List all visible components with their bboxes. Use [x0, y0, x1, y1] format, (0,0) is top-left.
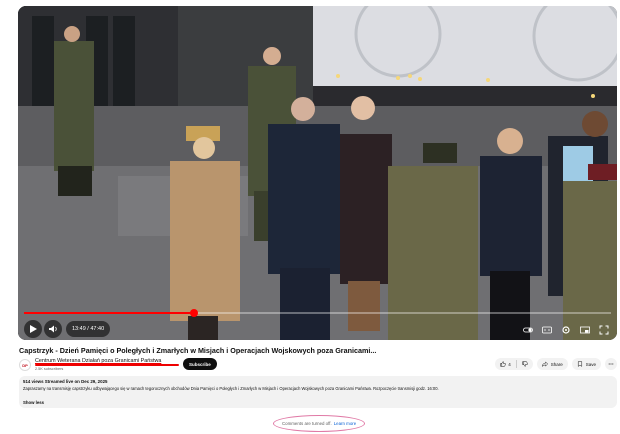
captions-icon[interactable] — [542, 322, 552, 334]
share-icon — [541, 361, 548, 367]
progress-fill — [24, 312, 195, 314]
video-frame — [18, 6, 617, 340]
thumbs-up-icon — [500, 361, 506, 367]
dislike-button[interactable] — [522, 361, 528, 367]
share-button[interactable]: Share — [536, 358, 568, 370]
comments-off-text: Comments are turned off. — [282, 421, 332, 426]
time-current: 13:49 — [72, 326, 86, 332]
player-controls: 13:49 / 47:40 — [18, 309, 617, 340]
description-text: Zapraszamy na transmisję capstrzyku odby… — [23, 386, 439, 391]
play-icon — [30, 325, 37, 333]
thumbs-down-icon — [522, 361, 528, 367]
fullscreen-icon[interactable] — [599, 322, 609, 335]
comments-disabled-notice: Comments are turned off. Learn more — [273, 415, 366, 432]
learn-more-link[interactable]: Learn more — [334, 421, 356, 426]
time-display: 13:49 / 47:40 — [66, 321, 111, 337]
view-count-date: 514 views Streamed live on Dec 29, 2025 — [23, 379, 108, 384]
video-title: Capstrzyk - Dzień Pamięci o Poległych i … — [19, 346, 377, 355]
show-less-button[interactable]: Show less — [23, 400, 613, 405]
more-horizontal-icon — [608, 363, 614, 365]
autoplay-toggle-icon[interactable] — [523, 322, 533, 333]
right-controls — [523, 322, 609, 335]
more-actions-button[interactable] — [605, 358, 617, 370]
time-total: 47:40 — [90, 326, 105, 332]
youtube-watch-page: 13:49 / 47:40 Capstrzyk - Dzień Pamięci … — [0, 0, 620, 434]
video-player[interactable]: 13:49 / 47:40 — [18, 6, 617, 340]
like-dislike-group: 4 — [495, 358, 533, 370]
progress-scrubber[interactable] — [190, 309, 199, 317]
avatar-text: DP — [22, 362, 28, 368]
settings-icon[interactable] — [561, 322, 571, 334]
progress-bar[interactable] — [24, 309, 611, 317]
channel-row: DP Centrum Weterana Działań poza Granica… — [19, 357, 617, 373]
like-count: 4 — [508, 361, 511, 367]
miniplayer-icon[interactable] — [580, 322, 590, 334]
save-button[interactable]: Save — [571, 358, 601, 370]
description-box[interactable]: 514 views Streamed live on Dec 29, 2025 … — [19, 376, 617, 408]
subscribe-button[interactable]: Subscribe — [183, 358, 217, 370]
action-buttons: 4 Share Save — [495, 358, 617, 370]
save-label: Save — [585, 361, 596, 367]
save-icon — [577, 361, 582, 367]
channel-avatar[interactable]: DP — [19, 359, 31, 371]
volume-icon — [49, 325, 57, 333]
volume-button[interactable] — [44, 320, 62, 338]
like-divider — [515, 360, 517, 368]
play-button[interactable] — [24, 320, 42, 338]
like-button[interactable]: 4 — [500, 361, 511, 367]
subscriber-count: 2.5K subscribers — [35, 367, 64, 371]
annotation-underline — [35, 364, 179, 366]
share-label: Share — [550, 361, 563, 367]
